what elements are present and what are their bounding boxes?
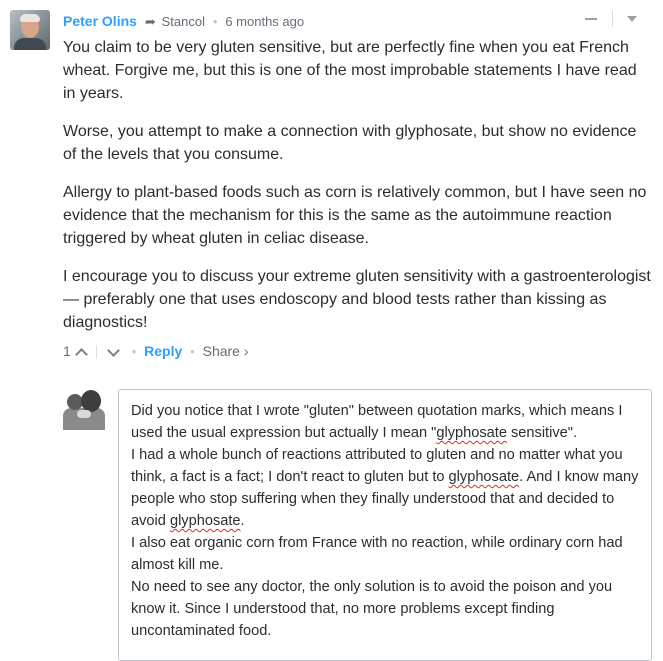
editor-paragraph: Did you notice that I wrote "gluten" bet… xyxy=(131,400,639,444)
comment-header: Peter Olins ➦ Stancol • 6 months ago xyxy=(63,12,304,30)
reply-editor-text[interactable]: Did you notice that I wrote "gluten" bet… xyxy=(131,400,639,642)
comment-paragraph: I encourage you to discuss your extreme … xyxy=(63,268,651,331)
reply-button[interactable]: Reply xyxy=(144,343,182,359)
comment-controls xyxy=(585,10,637,28)
comment-timestamp[interactable]: 6 months ago xyxy=(225,14,304,29)
editor-text-span: sensitive". xyxy=(506,425,578,441)
reply-user-avatar xyxy=(63,388,105,430)
misspelled-word[interactable]: glyphosate xyxy=(449,469,520,485)
bullet-separator: • xyxy=(190,344,195,359)
editor-paragraph: I had a whole bunch of reactions attribu… xyxy=(131,444,639,532)
author-avatar[interactable] xyxy=(10,10,50,50)
author-name[interactable]: Peter Olins xyxy=(63,13,137,29)
comment-paragraph: Allergy to plant-based foods such as cor… xyxy=(63,184,647,247)
reply-arrow-icon: ➦ xyxy=(144,14,156,29)
bullet-separator: • xyxy=(131,344,137,359)
collapse-icon[interactable] xyxy=(585,17,598,20)
comment-paragraph: Worse, you attempt to make a connection … xyxy=(63,123,637,163)
reply-to-name[interactable]: Stancol xyxy=(162,14,205,29)
controls-divider xyxy=(611,10,613,27)
comment-paragraph: You claim to be very gluten sensitive, b… xyxy=(63,39,637,102)
share-button[interactable]: Share › xyxy=(203,343,249,359)
bullet-separator: • xyxy=(212,14,218,29)
comment-footer: 1 • Reply • Share › xyxy=(63,342,249,361)
chevron-down-icon[interactable] xyxy=(627,15,637,22)
upvote-icon[interactable] xyxy=(74,347,88,361)
vote-divider xyxy=(95,345,97,360)
misspelled-word[interactable]: glyphosate xyxy=(436,425,507,441)
downvote-icon[interactable] xyxy=(106,343,120,357)
reply-editor[interactable]: Did you notice that I wrote "gluten" bet… xyxy=(118,389,652,661)
editor-paragraph: No need to see any doctor, the only solu… xyxy=(131,579,613,639)
editor-text-span: . xyxy=(240,513,245,529)
comment-body: You claim to be very gluten sensitive, b… xyxy=(63,36,653,349)
misspelled-word[interactable]: glyphosate xyxy=(170,513,241,529)
vote-count: 1 xyxy=(63,343,71,359)
editor-paragraph: I also eat organic corn from France with… xyxy=(131,535,623,573)
